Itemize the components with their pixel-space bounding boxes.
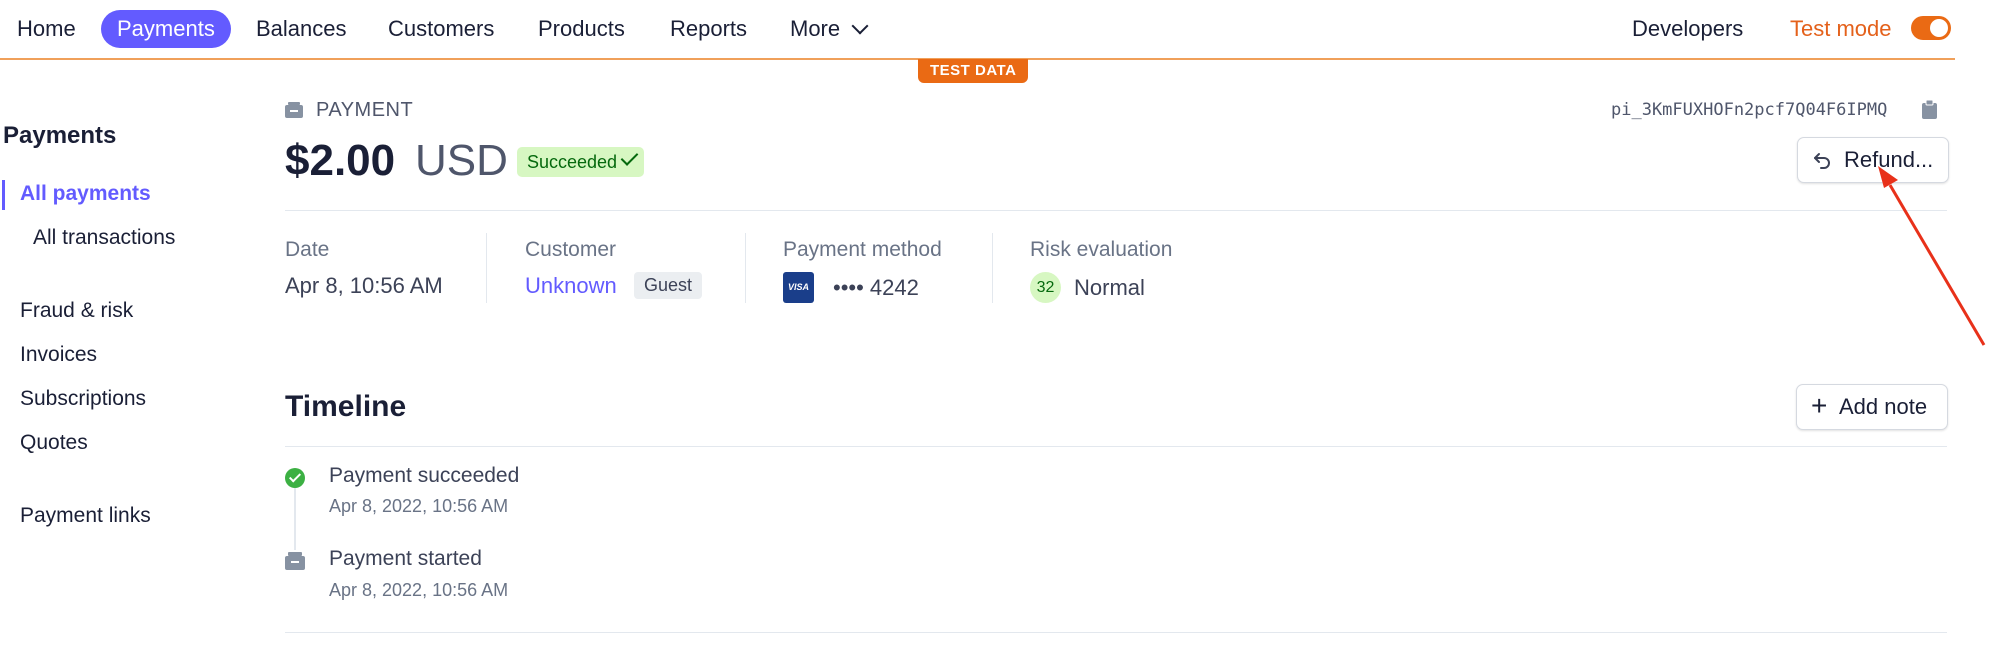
- card-last4: •••• 4242: [833, 275, 919, 300]
- risk-level: Normal: [1074, 275, 1145, 300]
- sidebar-item-all-payments[interactable]: All payments: [20, 182, 151, 206]
- column-divider: [486, 233, 487, 303]
- payment-id: pi_3KmFUXHOFn2pcf7Q04F6IPMQ: [1611, 100, 1888, 120]
- add-note-label: Add note: [1839, 394, 1928, 419]
- nav-more-label: More: [790, 16, 841, 41]
- risk-score-badge: 32: [1030, 272, 1061, 303]
- payment-icon: [285, 102, 303, 118]
- nav-customers[interactable]: Customers: [388, 16, 494, 42]
- success-check-icon: [285, 468, 305, 488]
- timeline-event-time: Apr 8, 2022, 10:56 AM: [329, 496, 509, 516]
- sidebar-item-subscriptions[interactable]: Subscriptions: [20, 387, 146, 411]
- test-mode-toggle[interactable]: [1911, 16, 1951, 40]
- sidebar-item-all-transactions[interactable]: All transactions: [33, 226, 175, 250]
- guest-badge: Guest: [634, 272, 703, 299]
- check-icon: [620, 148, 639, 166]
- sidebar-item-invoices[interactable]: Invoices: [20, 343, 97, 367]
- payment-started-icon: [285, 552, 305, 570]
- timeline-title: Timeline: [285, 390, 407, 423]
- chevron-down-icon: [851, 17, 869, 35]
- clipboard-icon[interactable]: [1922, 100, 1937, 119]
- timeline-bottom-divider: [285, 632, 1947, 633]
- nav-more[interactable]: More: [790, 16, 869, 42]
- test-data-badge: TEST DATA: [918, 59, 1029, 83]
- toggle-knob: [1930, 19, 1948, 37]
- top-navigation: Home Payments Balances Customers Product…: [0, 0, 1955, 60]
- timeline-event-title: Payment started: [329, 547, 482, 570]
- nav-reports[interactable]: Reports: [670, 16, 747, 42]
- sidebar-item-payment-links[interactable]: Payment links: [20, 504, 151, 528]
- plus-icon: +: [1811, 390, 1828, 421]
- customer-label: Customer: [525, 238, 617, 261]
- column-divider: [992, 233, 993, 303]
- payment-currency: USD: [415, 136, 508, 185]
- sidebar-item-quotes[interactable]: Quotes: [20, 431, 88, 455]
- sidebar: Payments All payments All transactions F…: [0, 118, 250, 543]
- nav-products[interactable]: Products: [538, 16, 625, 42]
- column-divider: [745, 233, 746, 303]
- timeline-connector: [294, 488, 296, 550]
- header-divider: [285, 210, 1947, 211]
- sidebar-title: Payments: [3, 122, 117, 149]
- nav-payments[interactable]: Payments: [101, 10, 231, 48]
- nav-developers[interactable]: Developers: [1632, 16, 1743, 42]
- undo-icon: [1814, 153, 1830, 169]
- nav-balances[interactable]: Balances: [256, 16, 347, 42]
- add-note-button[interactable]: + Add note: [1796, 384, 1948, 430]
- customer-link[interactable]: Unknown: [525, 273, 617, 299]
- sidebar-item-fraud-risk[interactable]: Fraud & risk: [20, 299, 133, 323]
- visa-card-icon: VISA: [783, 272, 814, 303]
- timeline-event-title: Payment succeeded: [329, 464, 520, 487]
- sidebar-active-indicator: [2, 180, 5, 210]
- status-badge-label: Succeeded: [527, 152, 618, 172]
- test-mode-label: Test mode: [1790, 16, 1892, 41]
- nav-home[interactable]: Home: [17, 16, 76, 42]
- payment-label: PAYMENT: [316, 99, 414, 121]
- refund-button-label: Refund...: [1844, 147, 1934, 172]
- refund-button[interactable]: Refund...: [1797, 137, 1949, 183]
- timeline-divider: [285, 446, 1947, 447]
- payment-amount: $2.00: [285, 136, 396, 185]
- status-badge: Succeeded: [517, 147, 645, 177]
- date-label: Date: [285, 238, 330, 261]
- date-value: Apr 8, 10:56 AM: [285, 273, 443, 298]
- timeline-event-time: Apr 8, 2022, 10:56 AM: [329, 580, 509, 600]
- risk-evaluation-label: Risk evaluation: [1030, 238, 1173, 261]
- payment-method-label: Payment method: [783, 238, 942, 261]
